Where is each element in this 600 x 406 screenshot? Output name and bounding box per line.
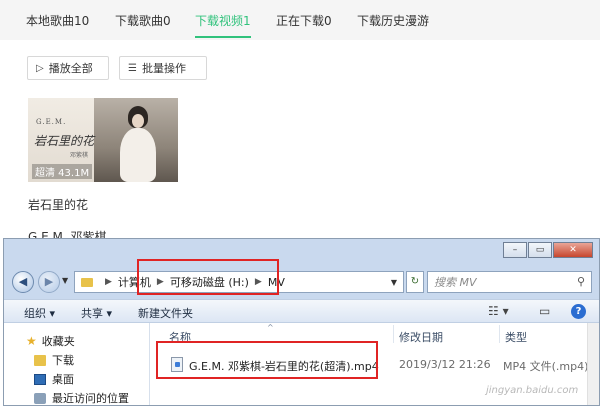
back-button[interactable]: ◀ [12,271,34,293]
refresh-button[interactable]: ↻ [406,271,424,293]
folder-icon [81,277,93,287]
search-placeholder: 搜索 MV [434,276,477,289]
file-type: MP4 文件(.mp4) [503,360,589,373]
preview-pane-icon[interactable]: ▭ [539,304,550,318]
recent-places-icon [34,392,46,404]
vertical-scrollbar[interactable] [587,323,599,405]
nav-desktop[interactable]: 桌面 [34,371,74,387]
file-date: 2019/3/12 21:26 [399,358,491,371]
watermark: jingyan.baidu.com [486,385,579,396]
play-all-button[interactable]: ▷ 播放全部 [27,56,109,80]
history-dropdown-icon[interactable]: ▼ [62,276,68,285]
view-options-icon[interactable]: ☷ ▾ [488,304,509,318]
cover-brand: G.E.M. [36,118,67,126]
explorer-toolbar: 组织 ▾ 共享 ▾ 新建文件夹 ☷ ▾ ▭ ? [4,299,599,323]
search-input[interactable]: 搜索 MV ⚲ [427,271,592,293]
help-icon[interactable]: ? [571,304,586,319]
navigation-pane: ★ 收藏夹 下载 桌面 最近访问的位置 [4,323,150,405]
window-controls: – ▭ ✕ [502,242,593,258]
star-icon: ★ [26,334,37,348]
search-icon[interactable]: ⚲ [577,275,585,288]
tab-download-history[interactable]: 下载历史漫游 [357,12,429,29]
checklist-icon: ☰ [128,62,137,74]
address-highlight-box [137,259,279,295]
video-title[interactable]: 岩石里的花 [28,196,88,213]
play-icon: ▷ [36,62,44,74]
nav-desktop-label: 桌面 [52,373,74,386]
downloads-folder-icon [34,354,46,366]
singer-figure [120,106,156,182]
column-date[interactable]: 修改日期 [399,329,443,345]
active-tab-indicator [195,36,251,38]
cover-tag: 邓紫棋 [70,152,89,159]
column-type[interactable]: 类型 [505,329,527,345]
batch-operation-button[interactable]: ☰ 批量操作 [119,56,207,80]
sort-caret-icon: ^ [267,323,274,332]
nav-downloads[interactable]: 下载 [34,352,74,368]
maximize-button[interactable]: ▭ [528,242,552,258]
batch-operation-label: 批量操作 [141,62,186,75]
file-highlight-box [156,341,378,379]
cover-title: 岩石里的花 [34,134,95,148]
share-menu[interactable]: 共享 ▾ [81,305,112,321]
tab-local-songs[interactable]: 本地歌曲10 [26,12,89,29]
tab-downloaded-songs[interactable]: 下载歌曲0 [115,12,171,29]
explorer-window: – ▭ ✕ ◀ ▶ ▼ ▶ 计算机 ▶ 可移动磁盘 (H:) ▶ MV ▼ ↻ … [3,238,600,406]
desktop-icon [34,373,46,385]
nav-recent-label: 最近访问的位置 [52,392,129,405]
navigation-bar: ◀ ▶ ▼ ▶ 计算机 ▶ 可移动磁盘 (H:) ▶ MV ▼ ↻ 搜索 MV … [4,263,599,299]
forward-button[interactable]: ▶ [38,271,60,293]
tab-downloading[interactable]: 正在下载0 [276,12,332,29]
minimize-button[interactable]: – [503,242,527,258]
tab-downloaded-videos[interactable]: 下载视频1 [195,12,251,29]
chevron-right-icon[interactable]: ▶ [105,277,112,287]
close-button[interactable]: ✕ [553,242,593,258]
nav-recent[interactable]: 最近访问的位置 [34,390,129,406]
tab-bar: 本地歌曲10 下载歌曲0 下载视频1 正在下载0 下载历史漫游 [0,0,600,40]
nav-favorites-label: 收藏夹 [41,335,75,348]
nav-downloads-label: 下载 [52,354,74,367]
organize-menu[interactable]: 组织 ▾ [24,305,55,321]
address-dropdown-icon[interactable]: ▼ [391,278,397,287]
video-thumbnail[interactable]: G.E.M. 岩石里的花 邓紫棋 超清 43.1M [28,98,178,182]
quality-badge: 超清 43.1M [32,164,93,179]
play-all-label: 播放全部 [48,62,93,75]
nav-favorites[interactable]: ★ 收藏夹 [26,333,75,349]
new-folder-button[interactable]: 新建文件夹 [138,305,193,321]
